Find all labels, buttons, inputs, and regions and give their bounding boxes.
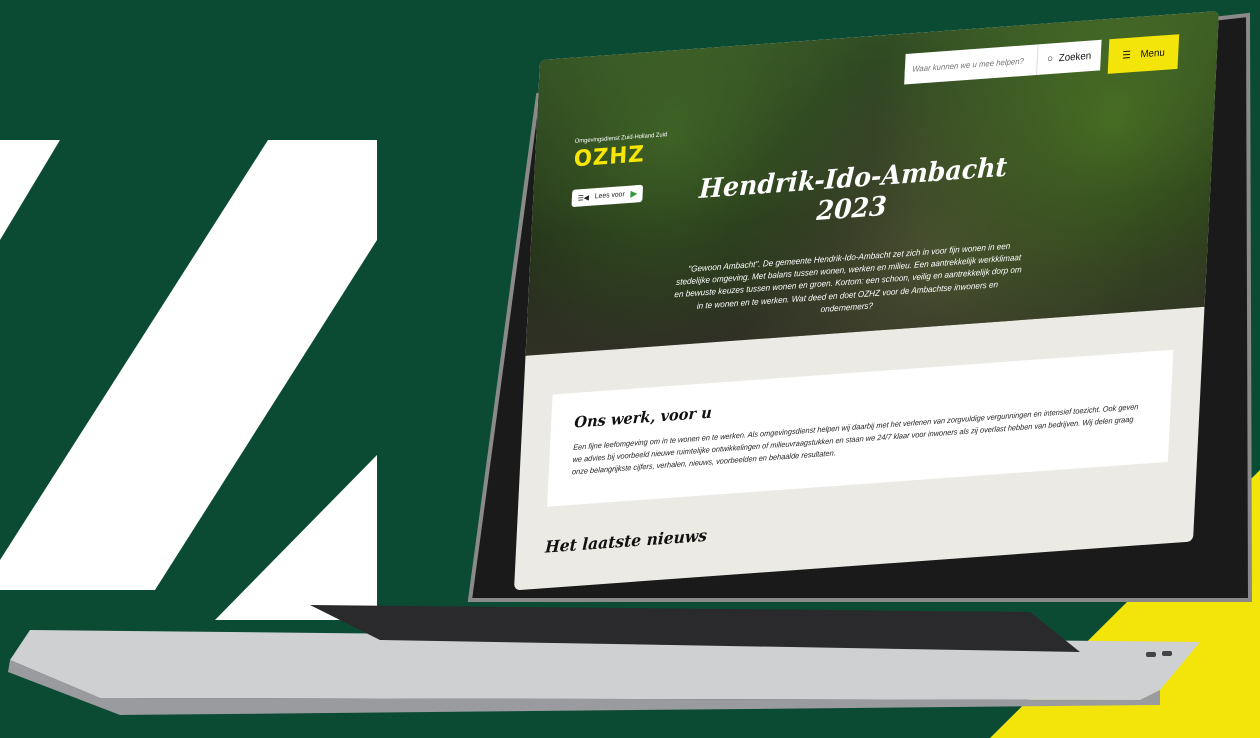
hamburger-icon: ☰ bbox=[1121, 49, 1132, 62]
brand-stripe-bottom bbox=[215, 455, 377, 620]
search-input[interactable] bbox=[904, 55, 1037, 74]
news-heading: Het laatste nieuws bbox=[544, 525, 708, 557]
read-aloud-label: Lees voor bbox=[594, 191, 625, 201]
menu-button[interactable]: ☰ Menu bbox=[1107, 34, 1180, 74]
play-icon: ▶ bbox=[630, 188, 638, 199]
intro-card: Ons werk, voor u Een fijne leefomgeving … bbox=[547, 349, 1174, 507]
site-logo[interactable]: Omgevingsdienst Zuid-Holland Zuid OZHZ bbox=[573, 132, 667, 172]
search-icon: ○ bbox=[1046, 52, 1054, 65]
search-button-label: Zoeken bbox=[1058, 50, 1092, 64]
brand-stripe-top bbox=[0, 140, 60, 240]
speaker-icon: ☰◀ bbox=[577, 194, 590, 203]
usb-port-2 bbox=[1162, 651, 1172, 656]
laptop-screen: Omgevingsdienst Zuid-Holland Zuid OZHZ ☰… bbox=[514, 11, 1219, 591]
menu-button-label: Menu bbox=[1140, 46, 1166, 60]
usb-port-1 bbox=[1146, 652, 1156, 657]
search-button[interactable]: ○ Zoeken bbox=[1035, 39, 1102, 76]
